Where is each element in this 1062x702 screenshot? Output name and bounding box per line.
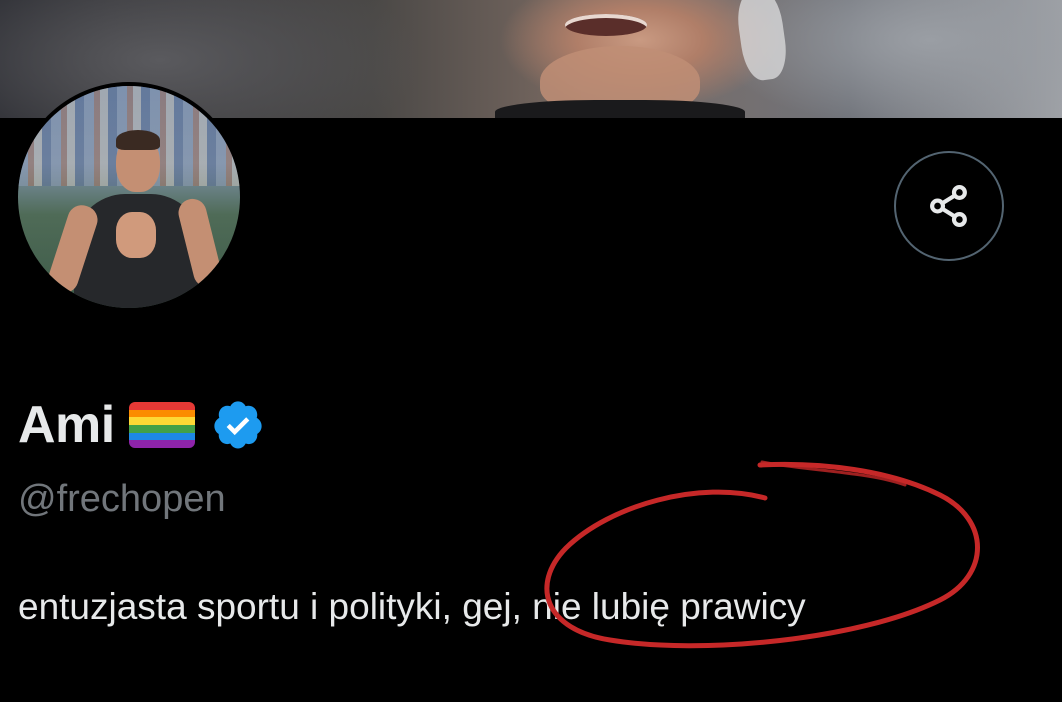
bio-next-line-partial [18,672,348,702]
avatar-hair-shape [116,130,160,150]
profile-avatar[interactable] [14,82,244,312]
avatar-hands-shape [116,212,156,258]
display-name: Ami [18,396,115,454]
avatar-photo [18,86,240,308]
rainbow-flag-icon [128,402,195,448]
share-button[interactable] [894,151,1004,261]
banner-mouth-shape [565,14,647,36]
verified-badge-icon[interactable] [211,398,265,452]
share-icon [930,184,967,228]
banner-shirt-shape [495,100,745,118]
profile-name-row: Ami [18,394,265,456]
banner-cap-shape [733,0,791,83]
profile-bio: entuzjasta sportu i polityki, gej, nie l… [18,586,806,627]
profile-handle: @frechopen [18,478,226,520]
